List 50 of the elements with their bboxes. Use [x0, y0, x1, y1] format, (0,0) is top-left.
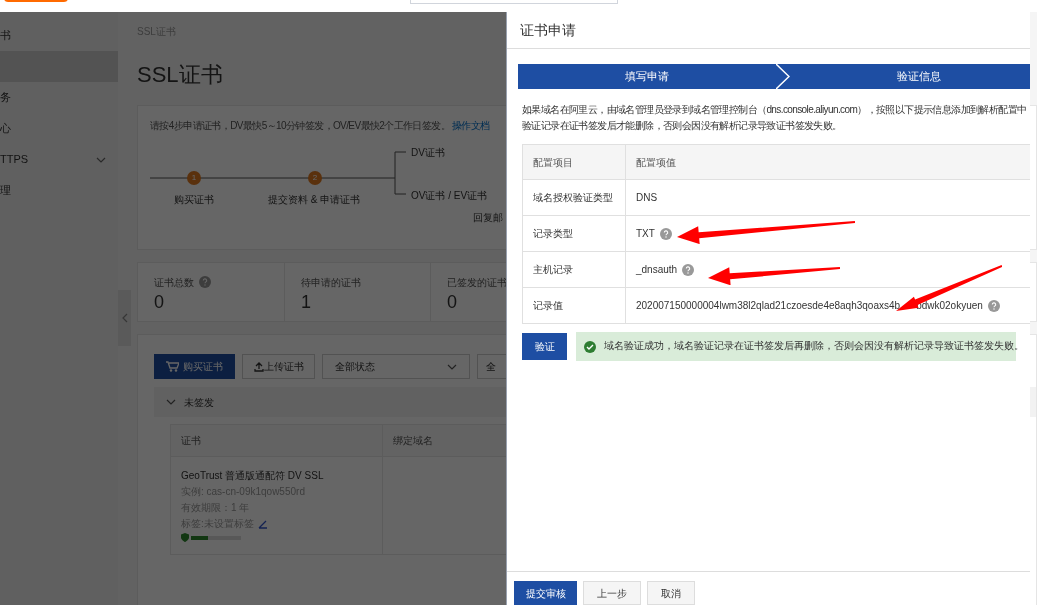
page-title: SSL证书	[137, 61, 223, 89]
edit-icon[interactable]	[257, 519, 268, 529]
step-label: 购买证书	[174, 193, 214, 207]
collapse-handle[interactable]	[118, 290, 131, 346]
status-select[interactable]: 全部状态	[322, 354, 470, 379]
stat-label: 待申请的证书	[301, 275, 361, 290]
table-cell-text: _dnsauth	[636, 263, 678, 277]
description-line: 验证记录在证书签发后才能删除，否则会因没有解析记录导致证书签发失败。	[522, 119, 842, 133]
stat-value: 1	[301, 291, 311, 313]
table-cell-text: bdwk02okyuen	[916, 299, 983, 313]
shield-icon	[181, 533, 189, 542]
step-label: 提交资料 & 申请证书	[268, 193, 361, 207]
submit-button[interactable]: 提交审核	[514, 581, 577, 605]
upload-icon	[253, 361, 264, 372]
table-cell-text: TXT	[636, 227, 655, 241]
help-icon[interactable]	[199, 276, 211, 288]
progress-step: 填写申请	[518, 64, 776, 89]
table-cell-text: 主机记录	[532, 263, 574, 277]
help-icon[interactable]	[682, 263, 695, 276]
chevron-down-icon	[166, 399, 176, 405]
step-number: 2	[308, 171, 322, 185]
table-cell-text: 记录类型	[532, 227, 574, 241]
description-line: 如果域名在阿里云，由域名管理员登录到域名管理控制台（dns.console.aliyun.com），按照以下提示信息添加到解析配置中	[522, 103, 1027, 117]
verify-button[interactable]: 验证	[522, 333, 567, 360]
branch-note: 回复邮	[473, 211, 503, 225]
previous-button[interactable]: 上一步	[583, 581, 641, 605]
cancel-button[interactable]: 取消	[647, 581, 695, 605]
column-header: 配置项值	[625, 145, 1030, 179]
cart-icon	[166, 361, 179, 372]
stat-value: 0	[447, 291, 457, 313]
column-header: 配置项目	[532, 155, 574, 170]
help-icon[interactable]	[987, 299, 1000, 312]
chevron-left-icon	[121, 313, 128, 323]
chevron-down-icon	[96, 156, 106, 163]
step-number: 1	[187, 171, 201, 185]
table-cell-text: DNS	[636, 191, 658, 205]
branch-label: DV证书	[408, 145, 448, 160]
check-circle-icon	[584, 340, 596, 353]
message-text: 域名验证成功，域名验证记录在证书签发后再删除，否则会因没有解析记录导致证书签发失败。	[604, 339, 1024, 354]
table-cell-text: 记录值	[532, 299, 564, 313]
buy-button[interactable]: 购买证书	[154, 354, 235, 379]
drawer-title: 证书申请	[520, 20, 576, 40]
table-cell-text: 域名授权验证类型	[532, 191, 614, 205]
chevron-down-icon	[447, 363, 457, 370]
certificate-name: GeoTrust 普通版通配符 DV SSL	[181, 469, 325, 483]
progress-step: 验证信息	[790, 64, 1030, 89]
doc-link[interactable]: 操作文档	[452, 120, 490, 131]
table-cell-text: 202007150000004lwm38l2qlad21czoesde4e8aqh3qoaxs4b	[636, 299, 901, 313]
stat-value: 0	[154, 291, 164, 313]
help-icon[interactable]	[659, 227, 672, 240]
